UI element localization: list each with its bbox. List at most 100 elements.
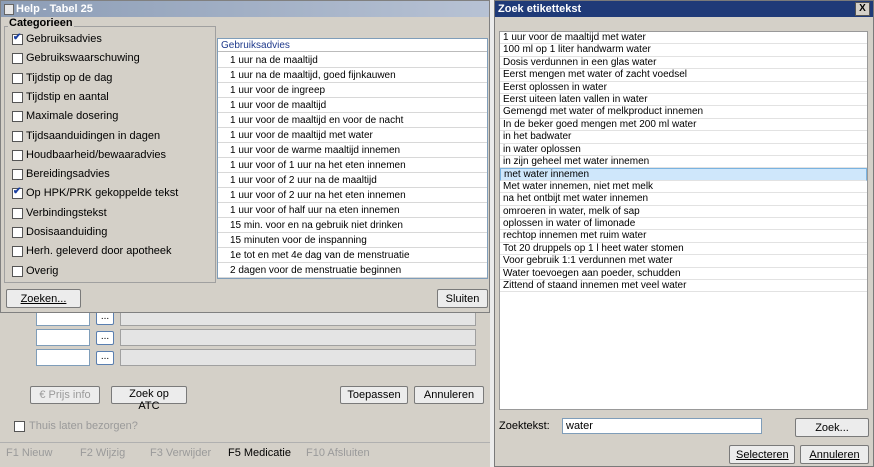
list-item[interactable]: 1 uur na de maaltijd, goed fijnkauwen	[218, 68, 487, 83]
zoek-button[interactable]: Zoek...	[795, 418, 869, 437]
gebruiksadvies-list[interactable]: Gebruiksadvies 1 uur na de maaltijd 1 uur…	[217, 38, 488, 279]
category-checkbox[interactable]	[12, 265, 23, 277]
result-item[interactable]: oplossen in water of limonade	[500, 218, 867, 231]
list-item[interactable]: 1 uur voor of half uur na eten innemen	[218, 203, 487, 218]
result-item[interactable]: Eerst uiteen laten vallen in water	[500, 94, 867, 107]
list-item[interactable]: 1 uur voor de ingreep	[218, 83, 487, 98]
result-item[interactable]: in zijn geheel met water innemen	[500, 156, 867, 169]
category-checkbox[interactable]	[12, 207, 23, 219]
zoeken-button[interactable]: Zoeken...	[6, 289, 81, 308]
help-titlebar: Help - Tabel 25	[1, 1, 489, 17]
category-checkbox[interactable]: ✔	[12, 186, 23, 200]
category-checkbox[interactable]	[12, 130, 23, 142]
category-label: Gebruiksadvies	[26, 33, 102, 45]
category-item[interactable]: Bereidingsadvies	[5, 168, 213, 182]
list-item[interactable]: 1 uur voor of 2 uur na het eten innemen	[218, 188, 487, 203]
category-label: Verbindingstekst	[26, 206, 107, 219]
category-checkbox[interactable]	[12, 246, 23, 258]
category-label: Overig	[26, 264, 59, 277]
result-item[interactable]: omroeren in water, melk of sap	[500, 206, 867, 218]
category-item[interactable]: Overig	[5, 265, 213, 279]
category-item[interactable]: Tijdstip op de dag	[5, 72, 213, 86]
category-item[interactable]: Verbindingstekst	[5, 207, 213, 221]
category-checkbox[interactable]	[12, 169, 23, 181]
category-item[interactable]: ✔ Op HPK/PRK gekoppelde tekst	[5, 186, 213, 201]
category-item[interactable]: Houdbaarheid/bewaaradvies	[5, 149, 213, 163]
result-item[interactable]: Dosis verdunnen in een glas water	[500, 57, 867, 70]
result-item[interactable]: in water oplossen	[500, 144, 867, 156]
category-item[interactable]: Maximale dosering	[5, 110, 213, 124]
result-item[interactable]: Met water innemen, niet met melk	[500, 181, 867, 194]
result-item[interactable]: Water toevoegen aan poeder, schudden	[500, 268, 867, 280]
category-item[interactable]: Tijdstip en aantal	[5, 91, 213, 105]
bg-field-short[interactable]	[36, 329, 90, 346]
category-checkbox[interactable]	[12, 91, 23, 103]
checkbox-box[interactable]	[14, 421, 25, 432]
sluiten-button[interactable]: Sluiten	[437, 289, 488, 308]
fkey-f3-verwijder[interactable]: F3 Verwijder	[150, 447, 211, 459]
list-item[interactable]: 15 min. voor en na gebruik niet drinken	[218, 218, 487, 233]
result-item[interactable]: Gemengd met water of melkproduct innemen	[500, 106, 867, 119]
category-checkbox[interactable]	[12, 72, 23, 84]
zoeken-label: Zoeken...	[20, 292, 67, 305]
category-label: Op HPK/PRK gekoppelde tekst	[26, 187, 179, 200]
selecteren-button[interactable]: Selecteren	[729, 445, 795, 464]
list-item[interactable]: 15 minuten voor de inspanning	[218, 233, 487, 248]
category-checkbox[interactable]	[12, 149, 23, 161]
lookup-button[interactable]: ...	[96, 331, 114, 345]
selecteren-label: Selecteren	[736, 448, 789, 461]
toepassen-button[interactable]: Toepassen	[340, 386, 408, 404]
result-item[interactable]: Tot 20 druppels op 1 l heet water stomen	[500, 243, 867, 256]
result-item[interactable]: met water innemen	[500, 168, 867, 181]
result-item[interactable]: rechtop innemen met ruim water	[500, 230, 867, 243]
result-item[interactable]: in het badwater	[500, 131, 867, 144]
result-item[interactable]: Eerst mengen met water of zacht voedsel	[500, 69, 867, 82]
annuleren-button-bg[interactable]: Annuleren	[414, 386, 484, 404]
result-item[interactable]: na het ontbijt met water innemen	[500, 193, 867, 206]
bg-field-long[interactable]	[120, 349, 476, 366]
search-titlebar: Zoek etikettekst X	[495, 1, 873, 17]
bg-field-short[interactable]	[36, 349, 90, 366]
list-item[interactable]: 1 uur voor of 2 uur na de maaltijd	[218, 173, 487, 188]
help-dialog: Help - Tabel 25 Categorieen ✔ Gebruiksadv…	[0, 0, 490, 313]
list-item[interactable]: 2 dagen voor de menstruatie beginnen	[218, 263, 487, 278]
fkey-f1-nieuw[interactable]: F1 Nieuw	[6, 447, 52, 459]
fkey-f5-medicatie[interactable]: F5 Medicatie	[228, 447, 291, 459]
bg-field-long[interactable]	[120, 329, 476, 346]
list-item[interactable]: 1 uur voor de maaltijd en voor de nacht	[218, 113, 487, 128]
category-checkbox[interactable]	[12, 227, 23, 238]
category-checkbox[interactable]: ✔	[12, 32, 23, 45]
function-key-bar: F1 Nieuw F2 Wijzig F3 Verwijder F5 Medic…	[0, 442, 492, 463]
fkey-f10-afsluiten[interactable]: F10 Afsluiten	[306, 447, 370, 459]
list-item[interactable]: 1 uur voor de maaltijd met water	[218, 128, 487, 143]
result-item[interactable]: Eerst oplossen in water	[500, 82, 867, 94]
prijs-info-button[interactable]: € Prijs info	[30, 386, 100, 404]
list-item[interactable]: 1 uur voor of 1 uur na het eten innemen	[218, 158, 487, 173]
result-item[interactable]: 1 uur voor de maaltijd met water	[500, 32, 867, 45]
list-item[interactable]: 1e tot en met 4e dag van de menstruatie	[218, 248, 487, 263]
app-icon	[4, 3, 14, 15]
category-checkbox[interactable]	[12, 111, 23, 123]
list-item[interactable]: 1 uur voor de maaltijd	[218, 98, 487, 113]
result-item[interactable]: Voor gebruik 1:1 verdunnen met water	[500, 255, 867, 268]
category-item[interactable]: Tijdsaanduidingen in dagen	[5, 130, 213, 144]
category-item[interactable]: ✔ Gebruiksadvies	[5, 32, 213, 47]
result-item[interactable]: In de beker goed mengen met 200 ml water	[500, 119, 867, 132]
annuleren-button[interactable]: Annuleren	[800, 445, 869, 464]
zoek-op-atc-button[interactable]: Zoek op ATC	[111, 386, 187, 412]
list-item[interactable]: 1 uur na de maaltijd	[218, 53, 487, 68]
category-checkbox[interactable]	[12, 53, 23, 65]
fkey-f2-wijzig[interactable]: F2 Wijzig	[80, 447, 125, 459]
thuis-bezorgen-checkbox[interactable]: Thuis laten bezorgen?	[8, 420, 208, 434]
lookup-button[interactable]: ...	[96, 311, 114, 325]
close-icon[interactable]: X	[855, 2, 870, 16]
category-item[interactable]: Dosisaanduiding	[5, 226, 213, 240]
result-item[interactable]: 100 ml op 1 liter handwarm water	[500, 44, 867, 57]
result-item[interactable]: Zittend of staand innemen met veel water	[500, 280, 867, 293]
list-item[interactable]: 1 uur voor de warme maaltijd innemen	[218, 143, 487, 158]
category-item[interactable]: Herh. geleverd door apotheek	[5, 245, 213, 259]
lookup-button[interactable]: ...	[96, 351, 114, 365]
category-item[interactable]: Gebruikswaarschuwing	[5, 52, 213, 66]
search-input[interactable]	[562, 418, 762, 434]
search-results-list[interactable]: 1 uur voor de maaltijd met water 100 ml o…	[499, 31, 868, 410]
